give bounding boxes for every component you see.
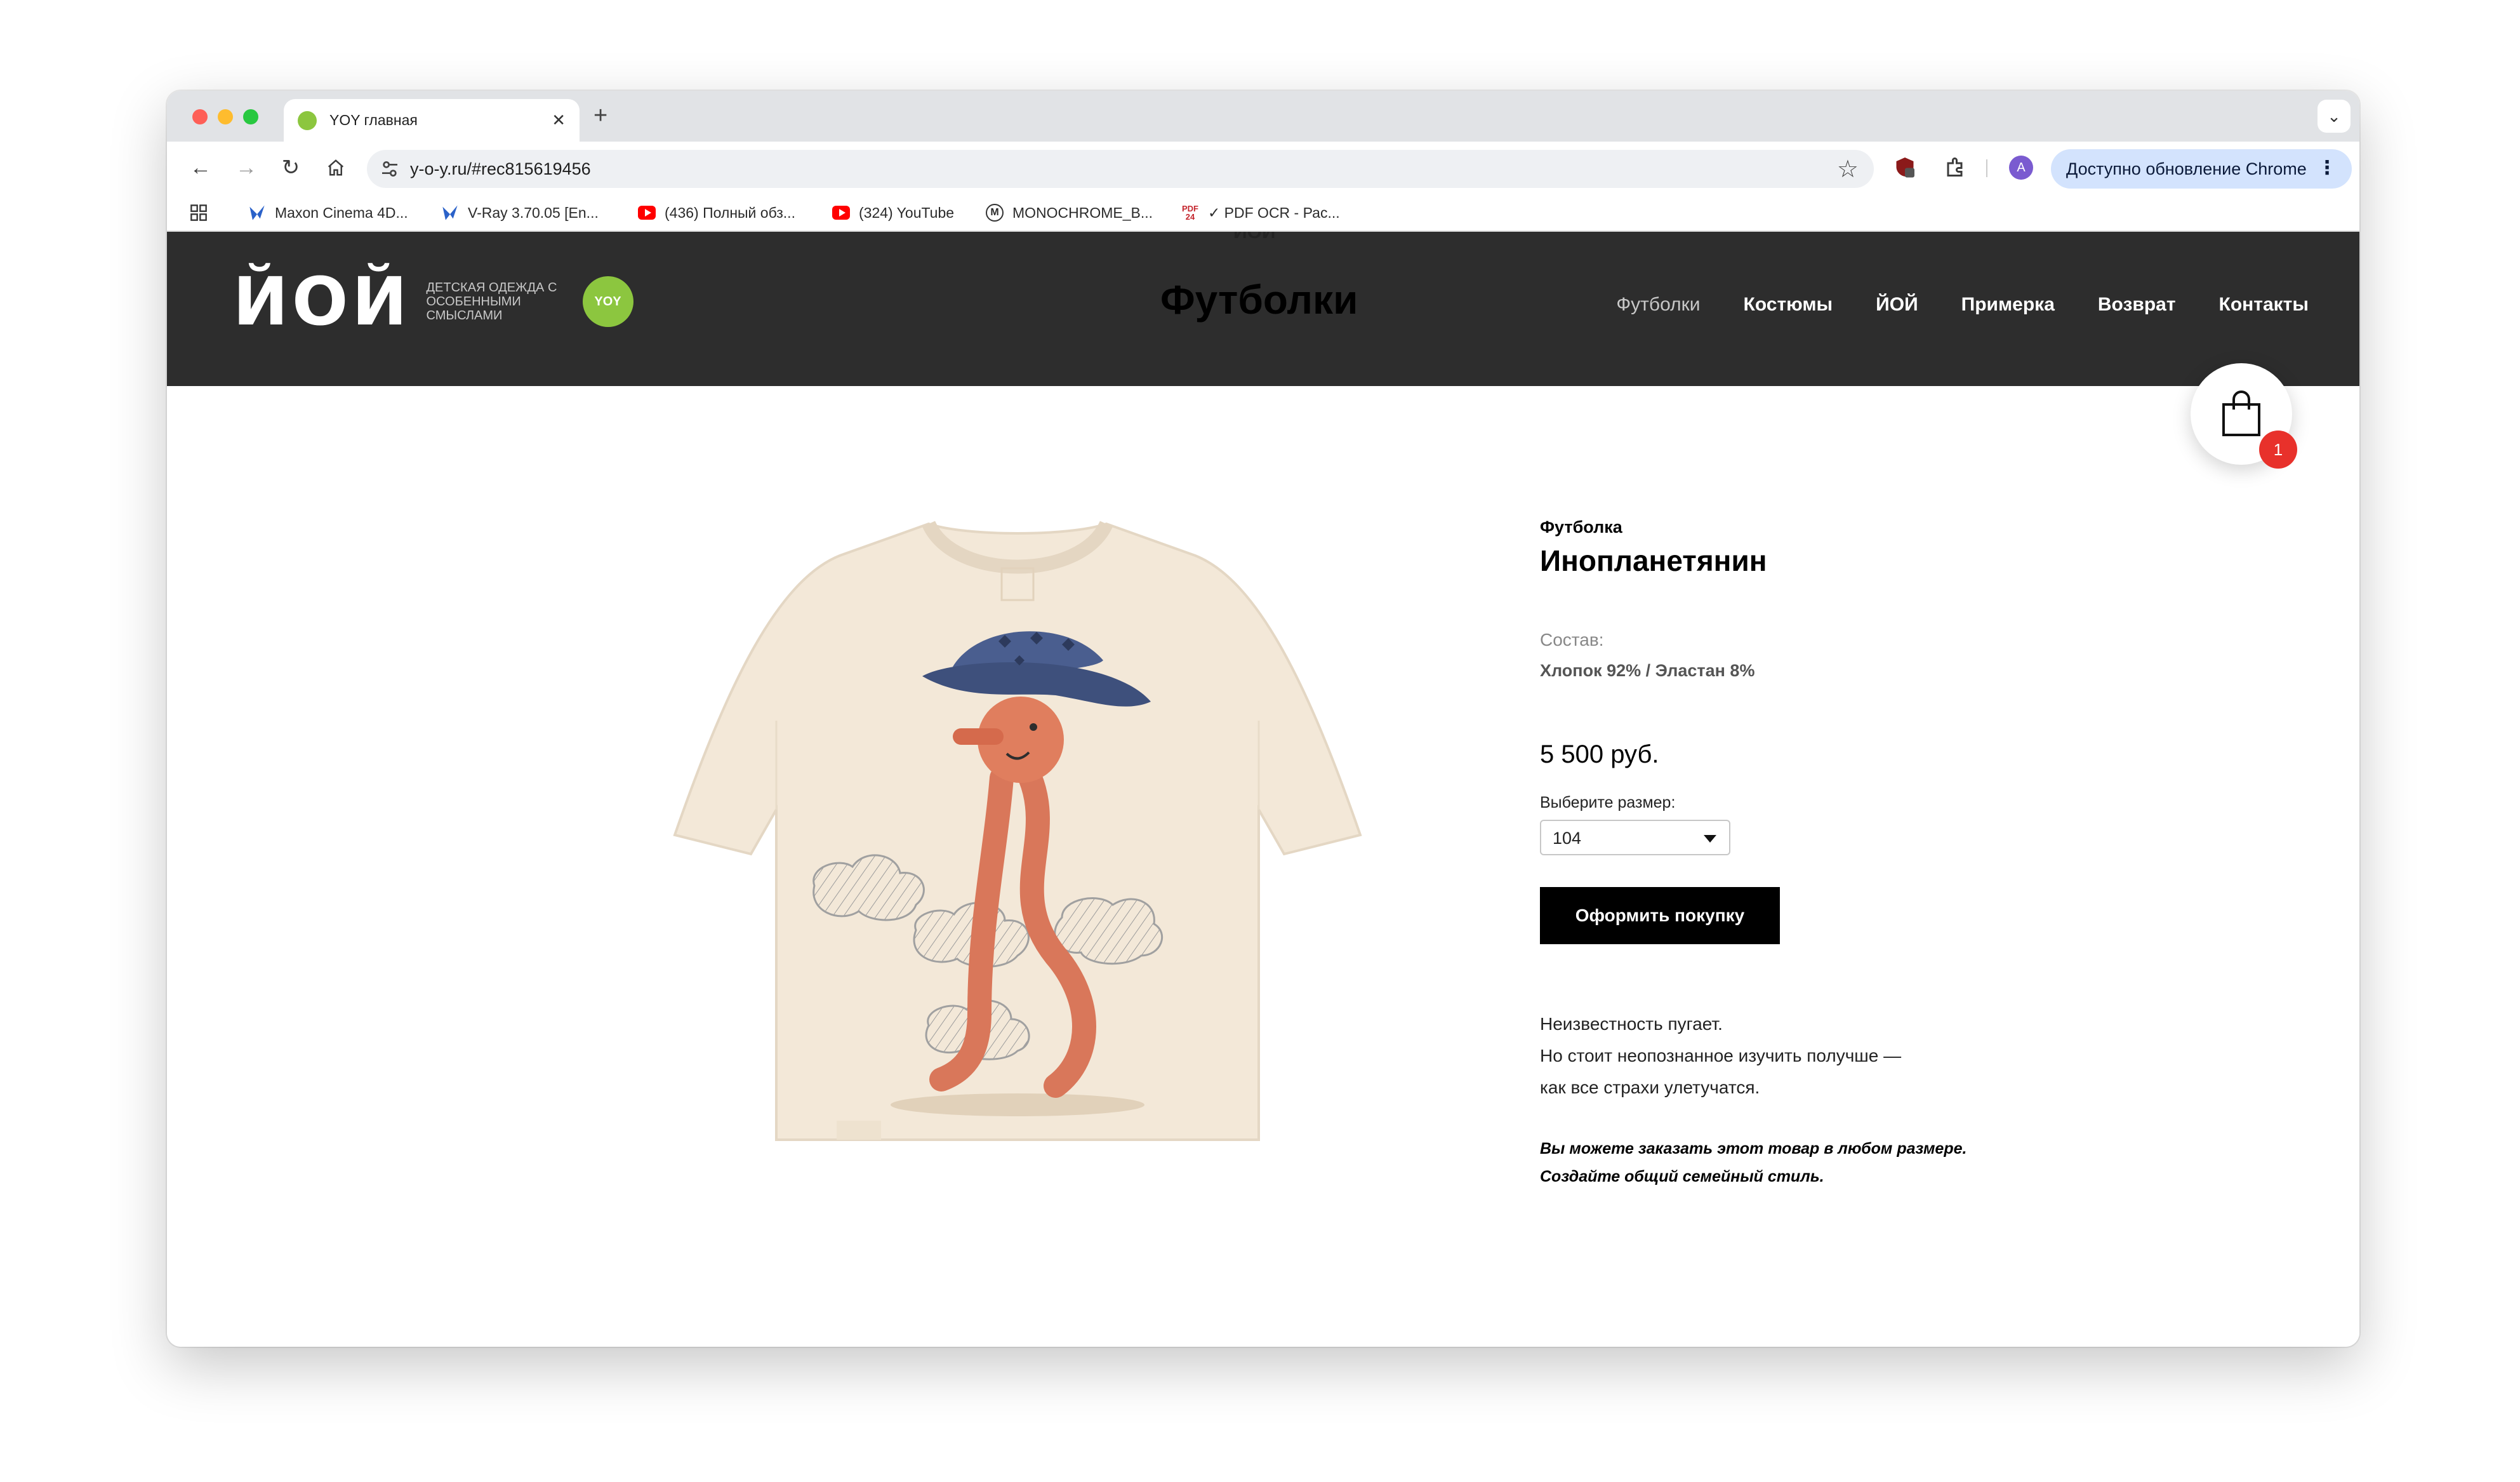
main-nav: Футболки Костюмы ЙОЙ Примерка Возврат Ко… <box>1616 294 2309 316</box>
youtube-icon <box>832 204 850 222</box>
tab-close-icon[interactable]: ✕ <box>552 110 566 130</box>
url-text[interactable]: y-o-y.ru/#rec815619456 <box>410 159 591 179</box>
nav-returns[interactable]: Возврат <box>2098 294 2176 316</box>
clipped-heading: ЙОЙ <box>1233 232 1276 243</box>
tab-search-button[interactable]: ⌄ <box>2318 100 2351 133</box>
product-price: 5 500 руб. <box>1540 740 1659 768</box>
nav-yoy[interactable]: ЙОЙ <box>1876 294 1918 316</box>
bookmark-label: MONOCHROME_B... <box>1012 204 1153 221</box>
composition-value: Хлопок 92% / Эластан 8% <box>1540 661 1755 680</box>
browser-toolbar: ← → ↻ y-o-y.ru/#rec815619456 ☆ A Доступн… <box>167 142 2359 194</box>
site-settings-icon[interactable] <box>380 159 400 179</box>
bookmark-label: ✓ PDF OCR - Рас... <box>1208 204 1340 221</box>
back-button[interactable]: ← <box>186 153 215 182</box>
bookmarks-bar: Maxon Cinema 4D... V-Ray 3.70.05 [En... … <box>167 194 2359 232</box>
bookmark-youtube[interactable]: (324) YouTube <box>832 204 954 222</box>
nav-suits[interactable]: Костюмы <box>1744 294 1833 316</box>
bookmark-vray[interactable]: V-Ray 3.70.05 [En... <box>441 204 599 222</box>
logo-wordmark: ЙОЙ <box>233 263 411 340</box>
bookmark-monochrome[interactable]: M MONOCHROME_B... <box>986 204 1153 222</box>
apps-grid-icon[interactable] <box>190 204 208 222</box>
extension-shield-icon[interactable] <box>1893 156 1916 178</box>
web-page: ЙОЙ Детская одежда с особенными смыслами… <box>167 232 2359 1347</box>
bookmark-label: V-Ray 3.70.05 [En... <box>468 204 599 221</box>
bookmark-label: (324) YouTube <box>859 204 955 221</box>
extensions-puzzle-icon[interactable] <box>1944 156 1967 178</box>
page-title: Футболки <box>1160 277 1358 323</box>
nav-contacts[interactable]: Контакты <box>2219 294 2309 316</box>
description-line: Неизвестность пугает. <box>1540 1014 1723 1034</box>
product-image[interactable] <box>649 511 1386 1146</box>
size-label: Выберите размер: <box>1540 794 1676 811</box>
vray-icon <box>441 204 459 222</box>
home-button[interactable] <box>321 153 350 182</box>
monochrome-icon: M <box>986 204 1004 222</box>
shopping-bag-icon <box>2222 391 2260 436</box>
site-favicon-icon <box>298 110 317 130</box>
product-category: Футболка <box>1540 517 1622 537</box>
address-bar[interactable]: y-o-y.ru/#rec815619456 ☆ <box>367 150 1874 188</box>
nav-fitting[interactable]: Примерка <box>1961 294 2055 316</box>
browser-window: YOY главная ✕ + ⌄ ← → ↻ y-o-y.ru/#rec815… <box>167 91 2359 1347</box>
bookmark-label: (436) Полный обз... <box>665 204 795 221</box>
minimize-window-button[interactable] <box>218 109 233 124</box>
browser-tab[interactable]: YOY главная ✕ <box>284 99 580 142</box>
maxon-icon <box>248 204 266 222</box>
toolbar-divider <box>1986 159 1987 177</box>
size-note: Вы можете заказать этот товар в любом ра… <box>1540 1135 1966 1191</box>
logo-tagline: Детская одежда с особенными смыслами <box>426 281 557 323</box>
maximize-window-button[interactable] <box>243 109 258 124</box>
composition-label: Состав: <box>1540 630 1604 650</box>
note-line: Вы можете заказать этот товар в любом ра… <box>1540 1140 1967 1158</box>
reload-button[interactable]: ↻ <box>276 153 305 182</box>
bookmark-youtube-review[interactable]: (436) Полный обз... <box>638 204 795 222</box>
site-header: ЙОЙ Детская одежда с особенными смыслами… <box>167 232 2359 386</box>
chrome-update-label: Доступно обновление Chrome <box>2066 159 2307 178</box>
bookmark-pdf-ocr[interactable]: PDF 24 ✓ PDF OCR - Рас... <box>1181 204 1340 222</box>
product-name: Инопланетянин <box>1540 544 1767 577</box>
profile-avatar[interactable]: A <box>2009 156 2033 180</box>
new-tab-button[interactable]: + <box>594 102 607 130</box>
forward-button[interactable]: → <box>232 153 261 182</box>
chrome-update-button[interactable]: Доступно обновление Chrome ⋮ <box>2051 149 2352 189</box>
yoy-badge: YOY <box>582 276 633 327</box>
product-description: Неизвестность пугает. Но стоит неопознан… <box>1540 1008 1901 1104</box>
bookmark-maxon[interactable]: Maxon Cinema 4D... <box>248 204 408 222</box>
tab-strip: YOY главная ✕ + ⌄ <box>167 91 2359 142</box>
size-selected-value: 104 <box>1553 829 1582 848</box>
description-line: как все страхи улетучатся. <box>1540 1078 1760 1097</box>
tab-title: YOY главная <box>329 112 418 128</box>
checkout-button[interactable]: Оформить покупку <box>1540 887 1780 944</box>
note-line: Создайте общий семейный стиль. <box>1540 1168 1824 1185</box>
pdf-icon: PDF 24 <box>1182 204 1198 222</box>
site-logo[interactable]: ЙОЙ Детская одежда с особенными смыслами… <box>233 269 633 335</box>
home-icon <box>328 159 344 176</box>
nav-tshirts[interactable]: Футболки <box>1616 294 1700 316</box>
chevron-down-icon <box>1704 835 1716 843</box>
size-select[interactable]: 104 <box>1540 820 1730 855</box>
more-menu-icon[interactable]: ⋮ <box>2318 157 2337 179</box>
youtube-icon <box>638 204 656 222</box>
description-line: Но стоит неопознанное изучить получше — <box>1540 1046 1902 1065</box>
cart-count-badge: 1 <box>2259 431 2297 469</box>
cart-button[interactable]: 1 <box>2191 363 2297 469</box>
bookmark-star-icon[interactable]: ☆ <box>1837 155 1859 184</box>
close-window-button[interactable] <box>192 109 208 124</box>
bookmark-label: Maxon Cinema 4D... <box>275 204 408 221</box>
